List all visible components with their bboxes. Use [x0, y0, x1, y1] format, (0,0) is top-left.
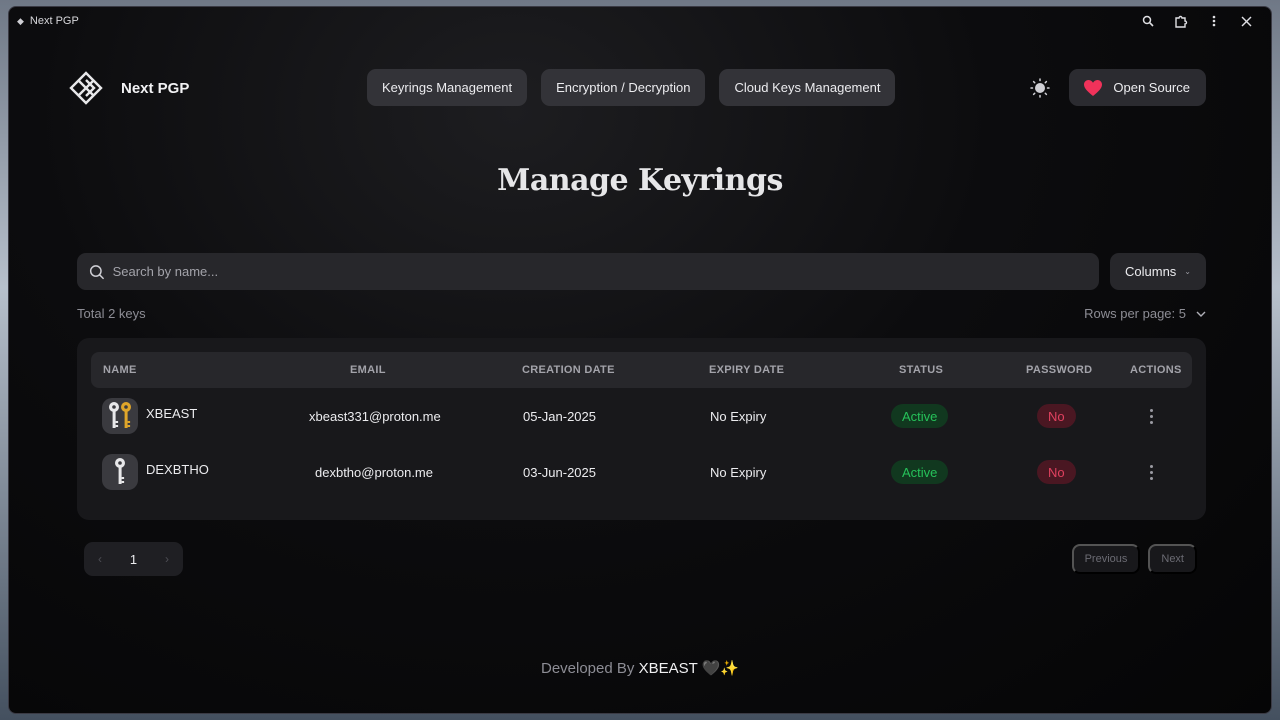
- footer-prefix: Developed By: [540, 660, 635, 677]
- password-badge: No: [1037, 404, 1076, 428]
- email-cell: xbeast331@proton.me: [309, 408, 441, 424]
- prev-next-controls: Previous Next: [1071, 544, 1197, 574]
- column-header-actions: ACTIONS: [1130, 364, 1182, 376]
- footer: Developed By XBEAST 🖤✨: [9, 659, 1271, 677]
- close-icon[interactable]: [1230, 7, 1263, 35]
- app-window: ◆ Next PGP Next PGP Keyrings Management …: [8, 6, 1272, 714]
- key-name-cell: XBEAST: [102, 388, 197, 444]
- status-cell: Active: [891, 444, 949, 500]
- search-icon: [89, 264, 104, 279]
- status-cell: Active: [891, 388, 949, 444]
- actions-cell: [1145, 388, 1157, 444]
- column-header-creation-date[interactable]: CREATION DATE: [522, 352, 615, 388]
- two-keys-icon: [102, 398, 138, 434]
- app-icon: ◆: [17, 15, 24, 26]
- open-source-button[interactable]: Open Source: [1069, 69, 1206, 106]
- heart-icon: [1084, 79, 1103, 96]
- column-header-password[interactable]: PASSWORD: [1026, 352, 1092, 388]
- chevron-down-icon: ⌄: [1184, 267, 1191, 276]
- single-key-icon: [102, 454, 138, 490]
- expiry-date-cell: No Expiry: [710, 408, 767, 424]
- brand-name: Next PGP: [121, 79, 190, 97]
- chevron-down-icon: [1196, 311, 1206, 317]
- rows-per-page-label: Rows per page: 5: [1084, 306, 1186, 321]
- nav-encryption-decryption[interactable]: Encryption / Decryption: [541, 69, 706, 106]
- search-input[interactable]: [112, 264, 1087, 279]
- creation-date-cell: 03-Jun-2025: [523, 464, 596, 480]
- pagination: ‹ 1 ›: [84, 542, 183, 576]
- password-badge: No: [1037, 460, 1076, 484]
- brand[interactable]: Next PGP: [69, 71, 189, 105]
- creation-date-cell: 05-Jan-2025: [523, 408, 596, 424]
- window-controls: [1131, 7, 1263, 35]
- email-cell: dexbtho@proton.me: [315, 464, 433, 480]
- next-button[interactable]: Next: [1148, 544, 1197, 574]
- search-bar[interactable]: [77, 253, 1099, 290]
- footer-author[interactable]: XBEAST: [639, 660, 698, 677]
- nav-links: Keyrings Management Encryption / Decrypt…: [367, 69, 896, 106]
- actions-cell: [1145, 444, 1157, 500]
- zoom-icon[interactable]: [1131, 7, 1164, 35]
- column-header-email[interactable]: EMAIL: [350, 352, 386, 388]
- nav-keyrings-management[interactable]: Keyrings Management: [367, 69, 528, 106]
- more-vert-icon[interactable]: [1145, 408, 1157, 424]
- columns-dropdown-button[interactable]: Columns ⌄: [1110, 253, 1206, 290]
- window-title: Next PGP: [29, 15, 79, 27]
- extension-icon[interactable]: [1164, 7, 1197, 35]
- pgp-logo-icon: [69, 71, 103, 105]
- nav-cloud-keys-management[interactable]: Cloud Keys Management: [719, 69, 896, 106]
- top-navbar: Next PGP Keyrings Management Encryption …: [69, 69, 1206, 107]
- column-header-status[interactable]: STATUS: [899, 352, 943, 388]
- status-badge: Active: [891, 404, 949, 428]
- key-name: XBEAST: [146, 405, 198, 421]
- sun-icon[interactable]: [1029, 77, 1051, 99]
- expiry-date-cell: No Expiry: [710, 464, 767, 480]
- chevron-right-icon[interactable]: ›: [165, 552, 169, 566]
- more-vert-icon[interactable]: [1197, 7, 1230, 35]
- key-name: DEXBTHO: [146, 461, 209, 477]
- more-vert-icon[interactable]: [1145, 464, 1157, 480]
- table-row[interactable]: DEXBTHO dexbtho@proton.me 03-Jun-2025 No…: [91, 444, 1192, 500]
- previous-button[interactable]: Previous: [1071, 544, 1141, 574]
- open-source-label: Open Source: [1113, 80, 1190, 95]
- footer-emoji: 🖤✨: [701, 660, 740, 677]
- rows-per-page-select[interactable]: Rows per page: 5: [1084, 306, 1206, 321]
- nav-right: Open Source: [1029, 69, 1206, 106]
- window-titlebar: ◆ Next PGP: [9, 7, 1271, 35]
- table-row[interactable]: XBEAST xbeast331@proton.me 05-Jan-2025 N…: [91, 388, 1192, 444]
- password-cell: No: [1037, 388, 1076, 444]
- table-header: NAME EMAIL CREATION DATE EXPIRY DATE STA…: [91, 352, 1192, 388]
- column-header-expiry-date[interactable]: EXPIRY DATE: [709, 352, 784, 388]
- keyrings-table: NAME EMAIL CREATION DATE EXPIRY DATE STA…: [77, 338, 1206, 520]
- page-number[interactable]: 1: [130, 552, 137, 567]
- page-title: Manage Keyrings: [497, 163, 783, 198]
- columns-label: Columns: [1125, 264, 1177, 279]
- chevron-left-icon[interactable]: ‹: [98, 552, 102, 566]
- key-name-cell: DEXBTHO: [102, 444, 209, 500]
- column-header-name[interactable]: NAME: [103, 352, 137, 388]
- total-keys-label: Total 2 keys: [77, 306, 146, 321]
- status-badge: Active: [891, 460, 949, 484]
- password-cell: No: [1037, 444, 1076, 500]
